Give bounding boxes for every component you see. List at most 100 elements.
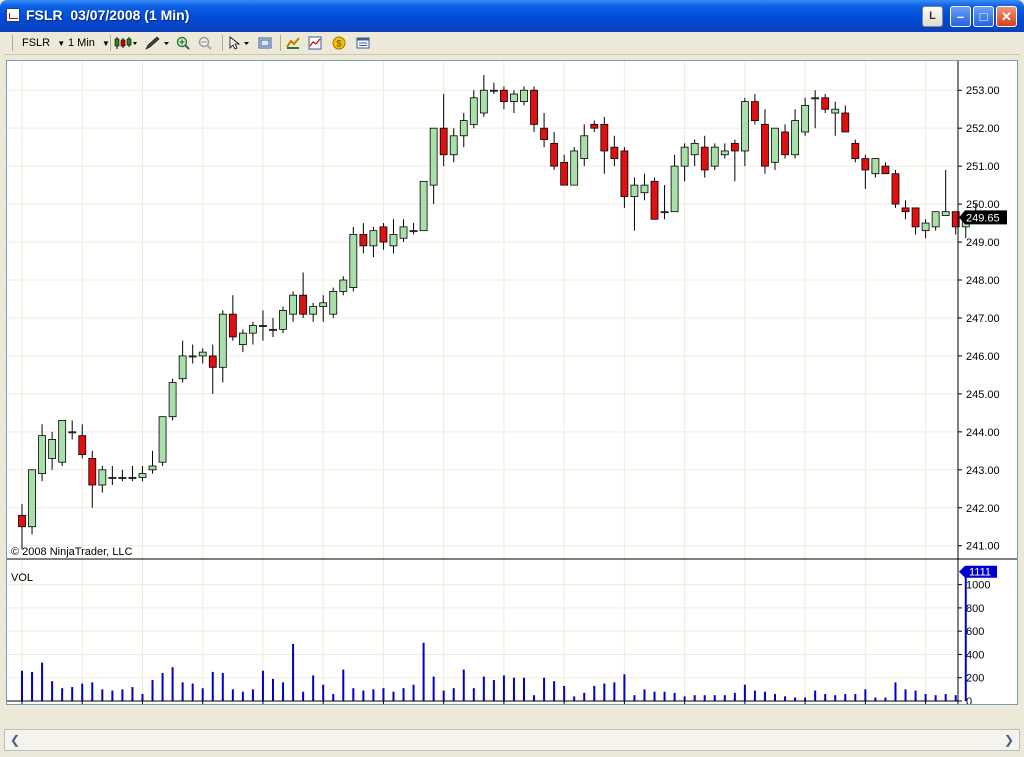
horizontal-scrollbar[interactable]: ❮ ❯ <box>4 729 1020 751</box>
candle-body <box>98 469 107 486</box>
zoom-out-icon[interactable] <box>198 36 212 50</box>
candle-body <box>660 211 669 214</box>
candle <box>138 466 147 482</box>
toolbar-separator <box>222 35 223 51</box>
last-volume-marker: 1111 <box>959 565 997 579</box>
interval-selector[interactable]: 1 Min ▼ <box>68 37 110 49</box>
candle-body <box>510 93 518 103</box>
price-tick-label: 252.00 <box>966 123 1000 135</box>
toolbar-separator <box>280 35 281 51</box>
candle-body <box>821 97 830 110</box>
candle <box>98 466 107 493</box>
candle-body <box>891 173 900 205</box>
candle <box>500 86 508 110</box>
cursor-icon[interactable] <box>228 36 252 50</box>
zoom-in-icon[interactable] <box>176 36 190 50</box>
snapshot-icon[interactable] <box>258 36 272 50</box>
candle <box>560 154 569 186</box>
candle <box>349 226 358 292</box>
candle-body <box>439 127 448 156</box>
candle <box>610 135 619 167</box>
candle <box>449 128 458 163</box>
candle-body <box>158 416 167 463</box>
candle <box>881 162 890 175</box>
candle <box>309 302 318 322</box>
price-tick-label: 242.00 <box>966 503 1000 515</box>
price-tick-label: 248.00 <box>966 275 1000 287</box>
instrument-label: FSLR <box>22 37 51 49</box>
candle <box>791 109 799 159</box>
candle <box>409 223 418 235</box>
price-tick-label: 251.00 <box>966 161 1000 173</box>
volume-tick-label: 0 <box>966 696 972 704</box>
price-volume-chart[interactable]: 253.00 252.00 251.00 250.00 249.00 248.00 247.… <box>7 61 1017 704</box>
candle-body <box>18 514 26 528</box>
last-price-marker: 249.65 <box>959 210 1007 225</box>
chevron-right-icon: ❯ <box>1003 733 1015 747</box>
maximize-icon: □ <box>979 9 988 24</box>
candle <box>510 90 518 114</box>
chart-area[interactable]: 253.00 252.00 251.00 250.00 249.00 248.00 247.… <box>6 60 1018 705</box>
properties-icon[interactable] <box>356 36 370 50</box>
candle <box>429 127 438 205</box>
candle <box>660 185 669 220</box>
indicators-icon[interactable] <box>308 36 322 50</box>
candle-body <box>238 332 247 345</box>
bar-type-icon[interactable] <box>114 36 138 50</box>
candle <box>921 219 930 239</box>
candle-body <box>851 142 860 159</box>
data-series-icon[interactable] <box>286 36 300 50</box>
candle-body <box>168 382 177 418</box>
minimize-button[interactable]: – <box>950 6 971 27</box>
price-tick-label: 250.00 <box>966 199 1000 211</box>
candle <box>68 420 77 440</box>
candle <box>520 86 528 106</box>
drawing-tool-icon[interactable] <box>144 36 170 50</box>
maximize-button[interactable]: □ <box>973 6 994 27</box>
svg-text:$: $ <box>336 39 341 49</box>
candle-body <box>38 435 46 474</box>
candle-body <box>931 211 940 228</box>
candle-body <box>831 108 840 114</box>
candle-body <box>941 211 950 216</box>
candle <box>118 469 127 482</box>
scroll-right-button[interactable]: ❯ <box>999 730 1019 750</box>
app-window: FSLR 03/07/2008 (1 Min) L – □ ✕ FSLR ▼ 1… <box>0 0 1024 757</box>
candle-body <box>720 150 729 156</box>
volume-series <box>21 571 967 701</box>
candle <box>540 113 548 148</box>
candle-body <box>881 165 890 175</box>
candlestick-series <box>18 75 980 550</box>
scroll-left-button[interactable]: ❮ <box>5 730 25 750</box>
candle-body <box>690 142 699 156</box>
strategy-icon[interactable]: $ <box>332 36 346 50</box>
candle <box>399 219 408 243</box>
close-button[interactable]: ✕ <box>996 6 1017 27</box>
title-bar[interactable]: FSLR 03/07/2008 (1 Min) L – □ ✕ <box>0 0 1024 32</box>
candle <box>128 466 137 482</box>
candle <box>439 94 448 167</box>
candle-body <box>520 89 528 103</box>
candle-body <box>389 234 398 247</box>
link-button[interactable]: L <box>922 6 943 27</box>
instrument-selector[interactable]: FSLR ▼ <box>22 37 65 49</box>
candle <box>178 340 187 383</box>
candle-body <box>349 234 358 289</box>
price-tick-label: 249.00 <box>966 237 1000 249</box>
candle <box>871 158 880 178</box>
candle-body <box>580 135 589 159</box>
candle-body <box>640 184 649 194</box>
candle-body <box>751 101 759 121</box>
candle-body <box>419 180 428 232</box>
candle <box>670 154 679 213</box>
candle <box>339 276 348 296</box>
candle <box>28 469 36 535</box>
price-tick-label: 246.00 <box>966 351 1000 363</box>
chevron-down-icon: ▼ <box>57 39 66 48</box>
candle <box>690 139 699 167</box>
candle <box>821 94 830 114</box>
candle <box>771 127 779 170</box>
candle-body <box>319 302 328 307</box>
candle <box>58 420 67 467</box>
toolbar-grip <box>12 35 13 51</box>
